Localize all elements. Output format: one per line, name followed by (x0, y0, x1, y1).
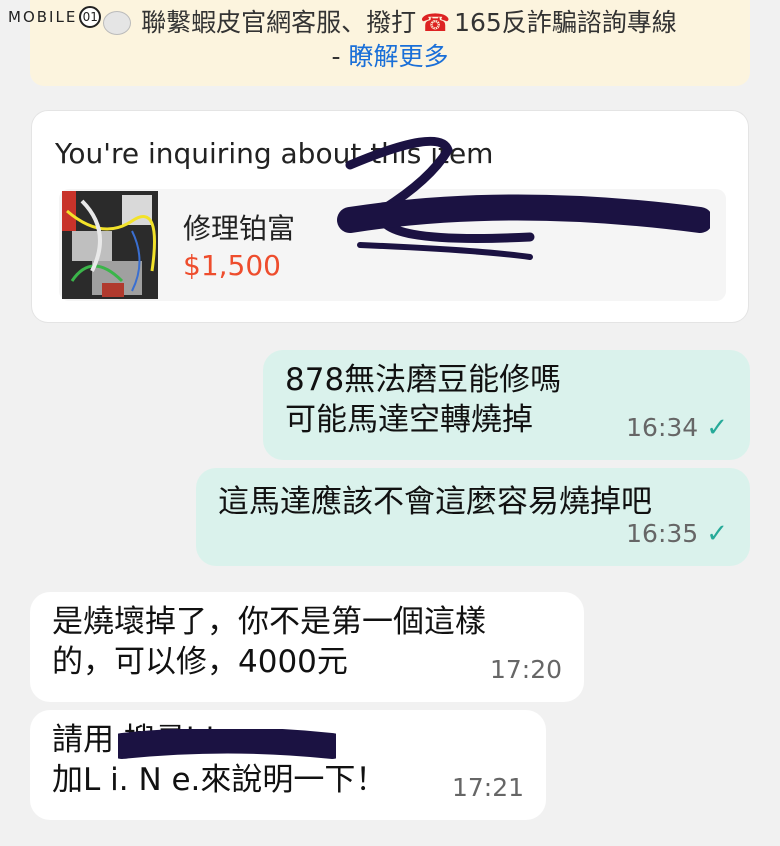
notice-dash: - (331, 42, 349, 71)
checkmark-icon: ✓ (706, 413, 728, 443)
inquiry-heading: You're inquiring about this item (55, 137, 494, 170)
message-time: 16:34 (626, 413, 699, 442)
watermark-text: MOBILE (8, 8, 78, 26)
checkmark-icon: ✓ (706, 519, 728, 549)
message-time: 16:35 (626, 519, 699, 548)
product-price: $1,500 (183, 249, 281, 282)
product-name: 修理铂富 (183, 212, 296, 245)
watermark-badge: 01 (79, 6, 102, 28)
message-text: 是燒壞掉了，你不是第一個這樣 的，可以修，4000元 (52, 604, 486, 680)
redaction-scribble (118, 729, 336, 759)
product-thumbnail (62, 191, 158, 299)
inquiry-item-card[interactable]: You're inquiring about this item 修理铂富 $1… (32, 111, 748, 322)
safety-notice: 聯繫蝦皮官網客服、撥打 ☎ 165反詐騙諮詢專線 - 瞭解更多 (30, 0, 750, 86)
message-bubble-outgoing[interactable]: 878無法磨豆能修嗎 可能馬達空轉燒掉 16:34 ✓ (263, 350, 750, 460)
message-time: 17:21 (451, 773, 524, 802)
learn-more-link[interactable]: 瞭解更多 (348, 42, 448, 71)
phone-icon: ☎ (420, 9, 451, 37)
watermark: MOBILE 01 (8, 6, 102, 28)
message-bubble-incoming[interactable]: 是燒壞掉了，你不是第一個這樣 的，可以修，4000元 17:20 (30, 592, 584, 702)
product-row[interactable]: 修理铂富 $1,500 (59, 189, 726, 301)
notice-text-before: 聯繫蝦皮官網客服、撥打 (141, 8, 417, 37)
message-bubble-outgoing[interactable]: 這馬達應該不會這麼容易燒掉吧 16:35 ✓ (196, 468, 750, 566)
chat-bubble-icon (103, 11, 132, 35)
message-bubble-incoming[interactable]: 請用 搜尋id 加L i. N e.來說明一下！ 17:21 (30, 710, 546, 820)
notice-text-after: 165反詐騙諮詢專線 (454, 8, 677, 37)
message-time: 17:20 (489, 655, 562, 684)
